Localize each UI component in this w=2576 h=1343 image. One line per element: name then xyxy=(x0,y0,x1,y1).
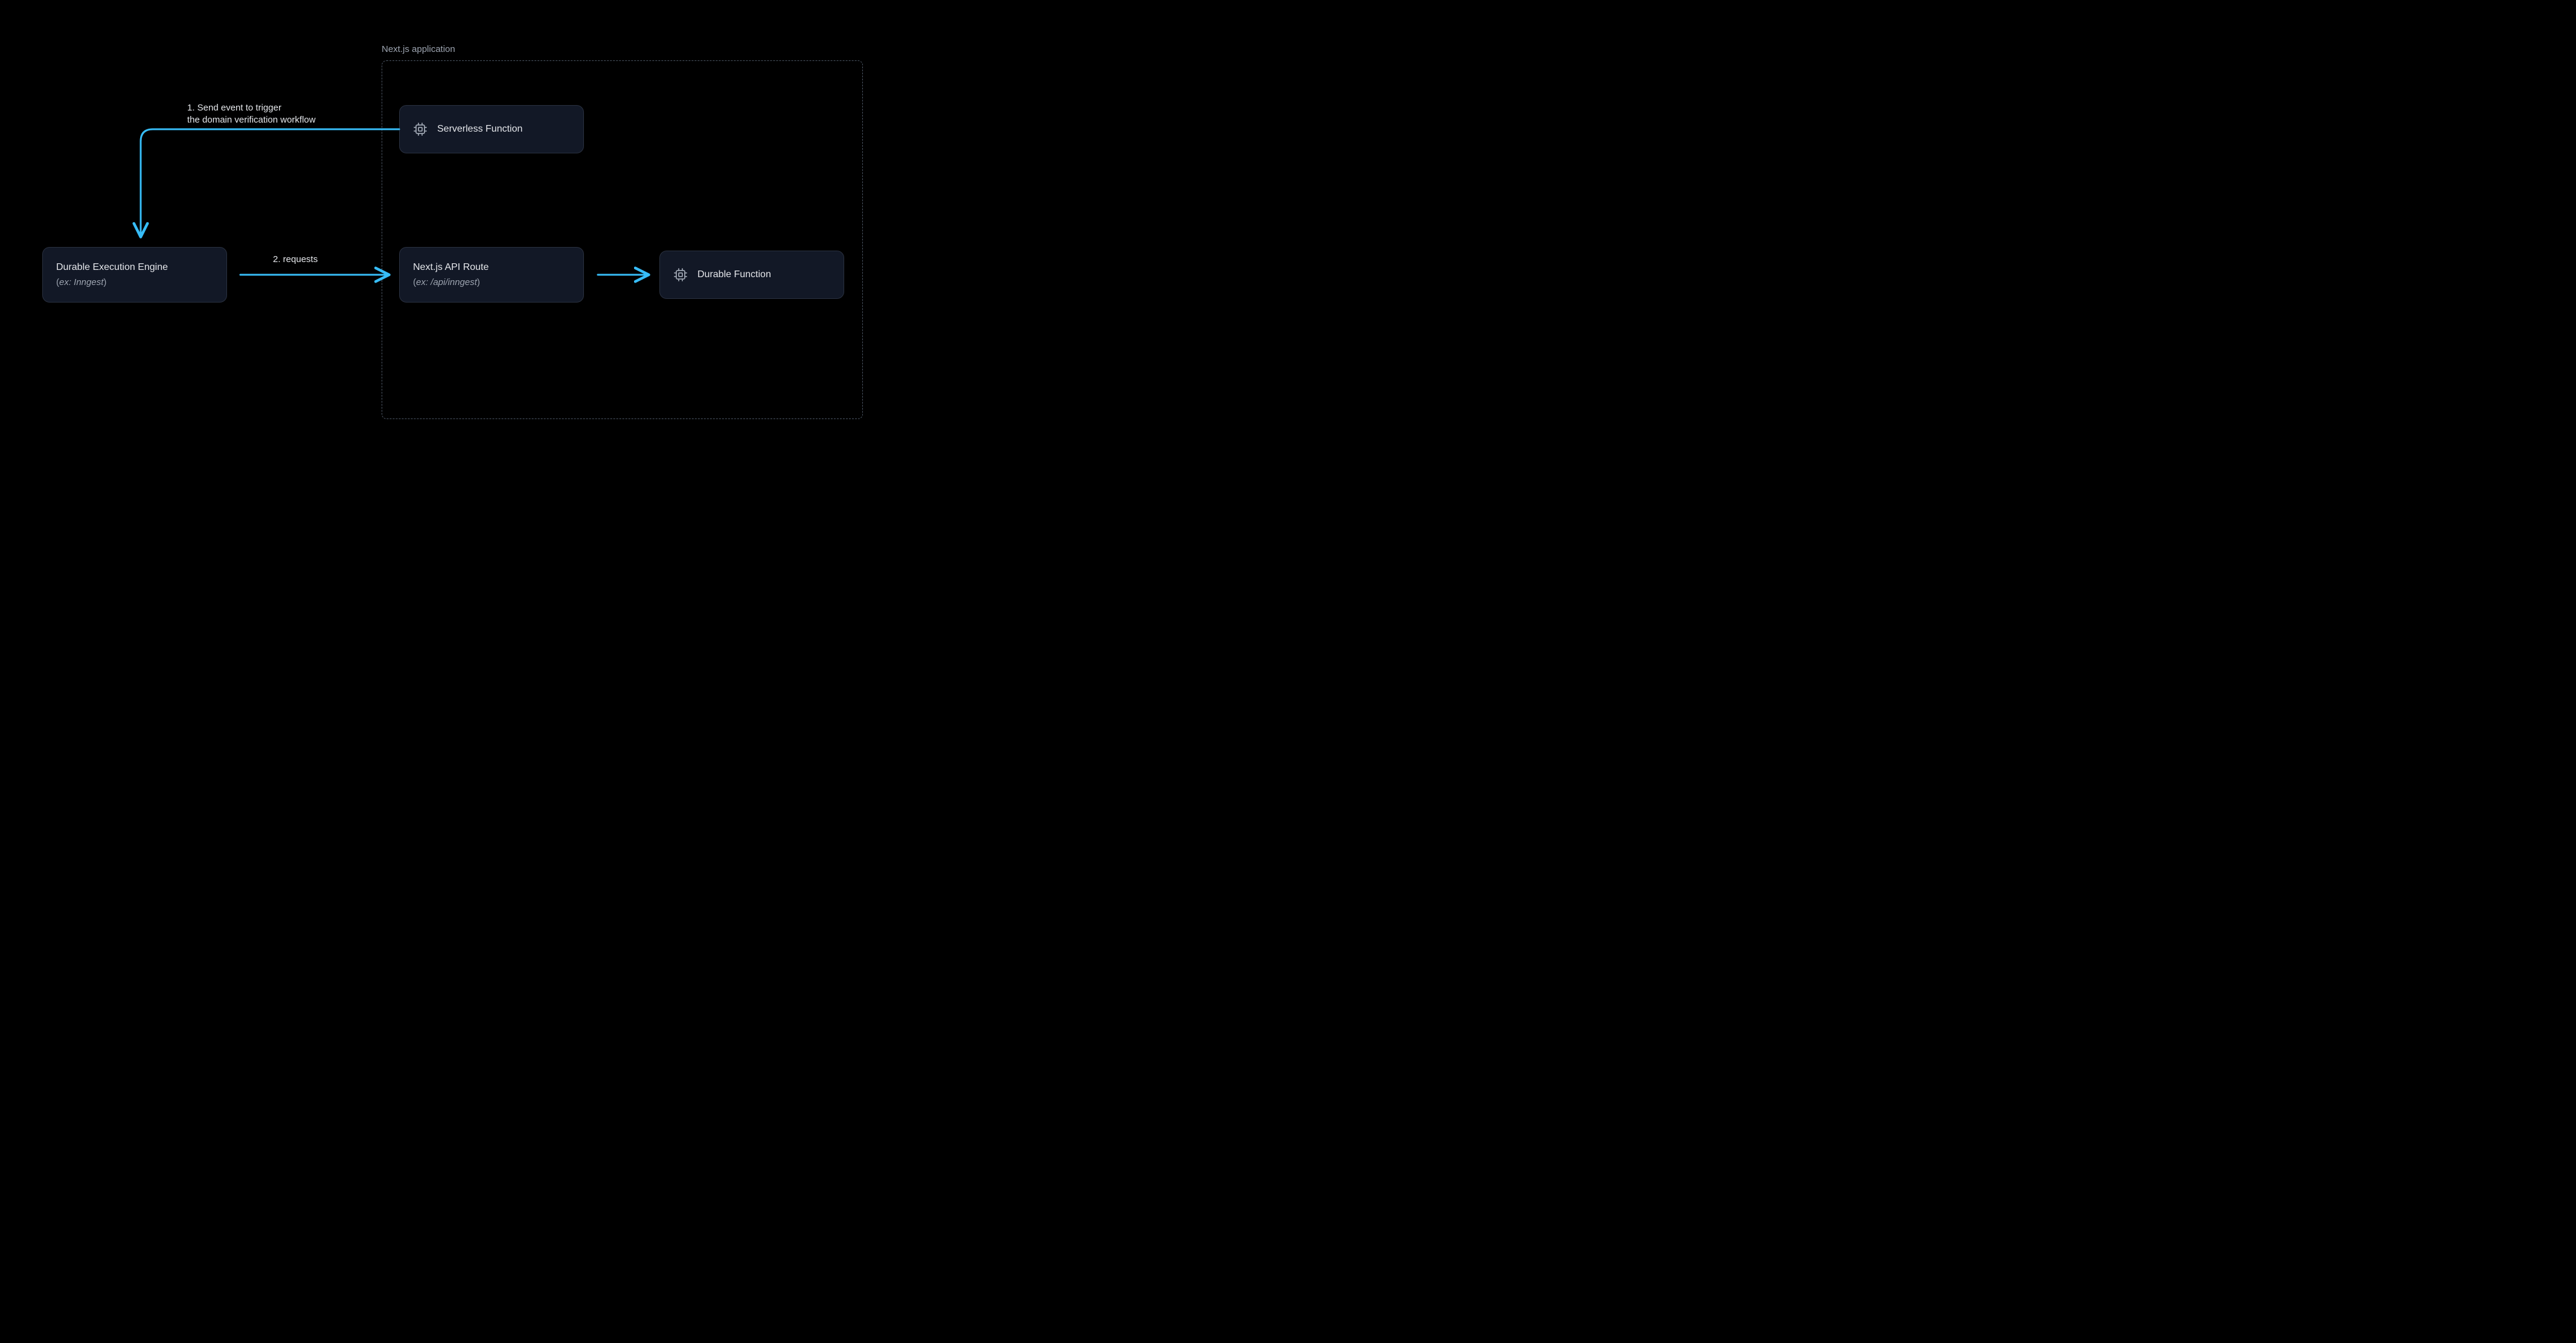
node-durable-function: Durable Function xyxy=(659,251,844,299)
node-durable-function-title: Durable Function xyxy=(697,269,771,281)
edge-label-send-event-line1: 1. Send event to trigger xyxy=(187,102,374,114)
node-durable-execution-engine: Durable Execution Engine (ex: Inngest) xyxy=(42,247,227,303)
group-label-nextjs-app: Next.js application xyxy=(382,44,455,54)
cpu-icon xyxy=(673,268,688,282)
edge-label-send-event: 1. Send event to trigger the domain veri… xyxy=(187,102,374,127)
node-serverless-function: Serverless Function xyxy=(399,105,584,153)
edge-arrow-send-event xyxy=(141,129,399,234)
node-nextjs-api-route-title: Next.js API Route xyxy=(413,261,489,274)
node-serverless-function-title: Serverless Function xyxy=(437,123,522,136)
diagram-canvas: Next.js application Serverless Function … xyxy=(0,0,928,483)
node-nextjs-api-route-subtitle: (ex: /api/inngest) xyxy=(413,277,480,289)
edge-label-send-event-line2: the domain verification workflow xyxy=(187,114,374,126)
node-durable-execution-engine-title: Durable Execution Engine xyxy=(56,261,168,274)
cpu-icon xyxy=(413,122,428,136)
edge-label-requests: 2. requests xyxy=(273,254,318,266)
node-durable-execution-engine-subtitle: (ex: Inngest) xyxy=(56,277,106,289)
node-nextjs-api-route: Next.js API Route (ex: /api/inngest) xyxy=(399,247,584,303)
